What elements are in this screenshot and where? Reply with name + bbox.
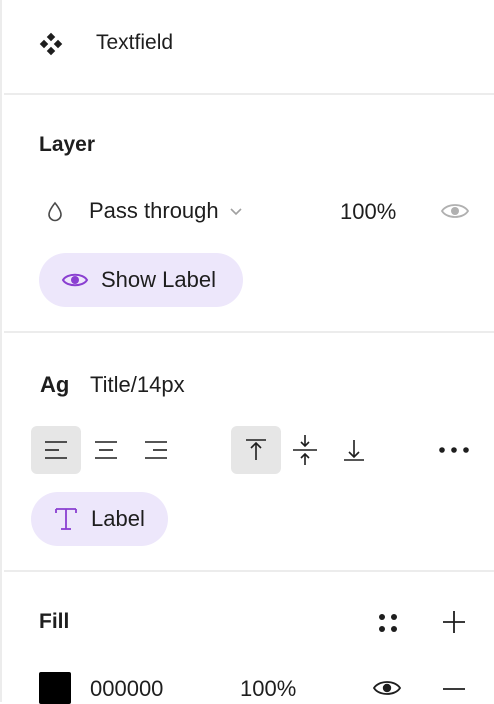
label-button[interactable]: Label [31, 492, 168, 546]
chevron-down-icon [229, 206, 243, 216]
show-label-button[interactable]: Show Label [39, 253, 243, 307]
layer-opacity-input[interactable]: 100% [340, 199, 396, 225]
align-left-button[interactable] [31, 426, 81, 474]
blend-mode-dropdown[interactable]: Pass through [89, 198, 243, 224]
blend-mode-value: Pass through [89, 198, 219, 223]
text-t-icon [53, 506, 79, 532]
component-name: Textfield [96, 31, 174, 54]
fill-section-title: Fill [39, 610, 70, 633]
align-top-button[interactable] [231, 426, 281, 474]
divider [4, 570, 494, 572]
component-icon [39, 32, 63, 56]
properties-panel: Textfield Layer Pass through 100% Show L… [0, 0, 494, 704]
align-center-button[interactable] [81, 426, 131, 474]
show-label-text: Show Label [101, 267, 216, 292]
styles-grid-icon[interactable] [374, 609, 402, 637]
align-bottom-button[interactable] [329, 426, 379, 474]
more-options-button[interactable] [429, 426, 479, 474]
text-style-prefix: Ag [40, 372, 70, 397]
fill-color-hex[interactable]: 000000 [90, 676, 163, 702]
align-middle-button[interactable] [280, 426, 330, 474]
align-center-icon [92, 438, 120, 462]
eye-icon [61, 270, 89, 290]
align-top-icon [243, 437, 269, 463]
text-style-name[interactable]: Title/14px [90, 372, 185, 398]
divider [4, 93, 494, 95]
align-right-button[interactable] [131, 426, 181, 474]
more-options-icon [437, 446, 471, 454]
align-right-icon [142, 438, 170, 462]
align-left-icon [42, 438, 70, 462]
add-fill-icon[interactable] [440, 608, 468, 636]
remove-fill-icon[interactable] [440, 675, 468, 703]
fill-opacity-input[interactable]: 100% [240, 676, 296, 702]
align-middle-icon [290, 433, 320, 467]
label-button-text: Label [91, 506, 145, 531]
visibility-eye-icon[interactable] [440, 200, 470, 222]
layer-section-title: Layer [39, 133, 96, 156]
fill-color-swatch[interactable] [39, 672, 71, 704]
fill-visibility-eye-icon[interactable] [372, 677, 402, 699]
align-bottom-icon [341, 437, 367, 463]
divider [4, 331, 494, 333]
blend-mode-icon [45, 201, 65, 223]
